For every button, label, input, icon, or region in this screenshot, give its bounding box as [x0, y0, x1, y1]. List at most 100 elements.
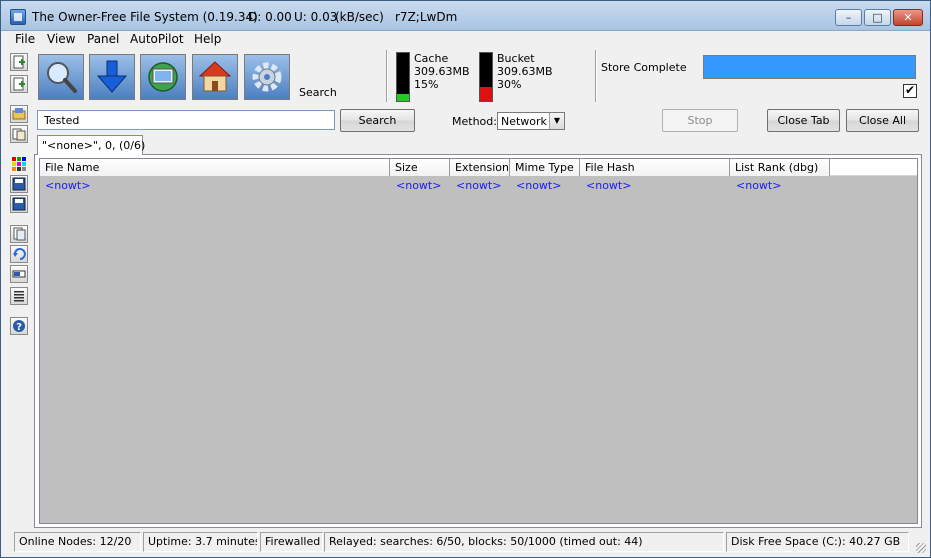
- chevron-down-icon: ▼: [549, 113, 564, 129]
- settings-button[interactable]: [244, 54, 290, 100]
- cache-percent: 15%: [414, 78, 439, 91]
- cache-meter-fill: [397, 93, 409, 101]
- status-online-nodes: Online Nodes: 12/20: [14, 532, 141, 552]
- download-rate: D: 0.00: [248, 10, 292, 24]
- help-button[interactable]: ?: [10, 317, 28, 335]
- maximize-icon: □: [872, 11, 883, 24]
- menu-view[interactable]: View: [47, 32, 75, 46]
- cell-mime-type: <nowt>: [516, 179, 562, 192]
- window-title: The Owner-Free File System (0.19.34): [32, 10, 258, 24]
- minimize-button[interactable]: –: [835, 9, 862, 26]
- app-icon: [10, 9, 26, 25]
- home-button[interactable]: [192, 54, 238, 100]
- cell-file-name: <nowt>: [45, 179, 91, 192]
- column-header-mime-type[interactable]: Mime Type: [510, 159, 580, 176]
- new-page-icon: [13, 55, 25, 69]
- store-progress-fill: [704, 56, 915, 78]
- store-complete-checkbox[interactable]: ✔: [903, 83, 917, 98]
- column-header-size[interactable]: Size: [390, 159, 450, 176]
- search-input[interactable]: [37, 110, 335, 130]
- refresh-icon: [13, 248, 26, 260]
- refresh-button[interactable]: [10, 245, 28, 263]
- list-icon: [14, 291, 24, 302]
- progress-button[interactable]: [10, 265, 28, 283]
- new-page-button[interactable]: [10, 53, 28, 71]
- side-toolbar: ?: [8, 53, 32, 343]
- results-header: File Name Size Extension Mime Type File …: [40, 159, 917, 176]
- column-header-list-rank[interactable]: List Rank (dbg): [730, 159, 830, 176]
- menu-autopilot[interactable]: AutoPilot: [130, 32, 184, 46]
- method-label: Method:: [452, 115, 497, 128]
- results-list[interactable]: File Name Size Extension Mime Type File …: [39, 158, 918, 524]
- open-folder-button[interactable]: [10, 105, 28, 123]
- save-button[interactable]: [10, 175, 28, 193]
- color-grid-icon: [12, 157, 26, 171]
- cell-file-hash: <nowt>: [586, 179, 632, 192]
- cache-label: Cache: [414, 52, 449, 65]
- bucket-label: Bucket: [497, 52, 535, 65]
- cache-size: 309.63MB: [414, 65, 470, 78]
- clipboard-button[interactable]: [10, 225, 28, 243]
- help-icon: ?: [13, 320, 25, 333]
- column-header-file-name[interactable]: File Name: [40, 159, 390, 176]
- status-disk-free: Disk Free Space (C:): 40.27 GB: [726, 532, 909, 552]
- bucket-percent: 30%: [497, 78, 522, 91]
- save-icon: [12, 177, 26, 191]
- open-folder-icon: [12, 108, 26, 120]
- clipboard-icon: [13, 227, 26, 241]
- search-icon: [47, 62, 77, 93]
- menu-help[interactable]: Help: [194, 32, 221, 46]
- title-bar[interactable]: The Owner-Free File System (0.19.34) D: …: [1, 1, 930, 31]
- save-as-button[interactable]: [10, 195, 28, 213]
- column-header-file-hash[interactable]: File Hash: [580, 159, 730, 176]
- check-icon: ✔: [905, 83, 916, 97]
- paste-icon: [12, 128, 26, 141]
- bucket-size: 309.63MB: [497, 65, 553, 78]
- status-relayed: Relayed: searches: 6/50, blocks: 50/1000…: [324, 532, 724, 552]
- rate-unit: (kB/sec): [335, 10, 384, 24]
- app-window: The Owner-Free File System (0.19.34) D: …: [0, 0, 931, 558]
- menu-file[interactable]: File: [15, 32, 35, 46]
- network-globe-icon: [148, 62, 178, 92]
- resize-grip[interactable]: [916, 543, 926, 553]
- menu-panel[interactable]: Panel: [87, 32, 119, 46]
- search-button[interactable]: [38, 54, 84, 100]
- close-all-button[interactable]: Close All: [846, 109, 919, 132]
- status-firewall: Firewalled: [260, 532, 323, 552]
- download-arrow-icon: [96, 60, 128, 93]
- tab-search-results[interactable]: "<none>", 0, (0/6): [37, 135, 145, 155]
- download-button[interactable]: [89, 54, 135, 100]
- copy-page-icon: [13, 77, 25, 91]
- bucket-meter: [479, 52, 493, 102]
- color-grid-button[interactable]: [10, 155, 28, 173]
- home-icon: [198, 61, 232, 92]
- main-toolbar: Search Cache 309.63MB 15% Bucket 309.63M…: [1, 48, 930, 105]
- node-id: r7Z;LwDm: [395, 10, 458, 24]
- close-tab-button[interactable]: Close Tab: [767, 109, 840, 132]
- paste-button[interactable]: [10, 125, 28, 143]
- network-button[interactable]: [140, 54, 186, 100]
- maximize-button[interactable]: □: [864, 9, 891, 26]
- copy-page-button[interactable]: [10, 75, 28, 93]
- status-bar: Online Nodes: 12/20 Uptime: 3.7 minutes …: [1, 530, 930, 557]
- close-icon: ✕: [903, 11, 913, 24]
- column-header-extension[interactable]: Extension: [450, 159, 510, 176]
- upload-rate: U: 0.03: [294, 10, 338, 24]
- cell-size: <nowt>: [396, 179, 442, 192]
- progress-icon: [12, 270, 26, 278]
- cell-extension: <nowt>: [456, 179, 502, 192]
- close-button[interactable]: ✕: [893, 9, 923, 26]
- store-progress-bar: [703, 55, 916, 79]
- toolbar-search-label: Search: [299, 86, 337, 99]
- list-button[interactable]: [10, 287, 28, 305]
- method-value: Network: [501, 115, 547, 128]
- method-select[interactable]: Network ▼: [497, 112, 565, 130]
- store-complete-label: Store Complete: [601, 61, 687, 74]
- svg-text:?: ?: [16, 322, 22, 333]
- save-as-icon: [12, 197, 26, 211]
- stop-button[interactable]: Stop: [662, 109, 738, 132]
- settings-gear-icon: [252, 62, 282, 92]
- bucket-meter-fill: [480, 86, 492, 101]
- search-submit-button[interactable]: Search: [340, 109, 415, 132]
- cache-meter: [396, 52, 410, 102]
